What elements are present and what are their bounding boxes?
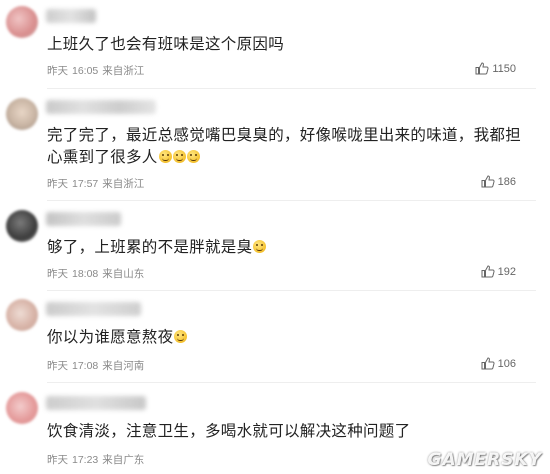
comment-location: 来自河南 (102, 360, 145, 372)
avatar[interactable] (6, 98, 38, 130)
avatar[interactable] (6, 299, 38, 331)
username-blurred[interactable] (46, 302, 141, 316)
like-button[interactable]: 186 (481, 175, 516, 188)
comment-time: 18:08 (72, 268, 99, 280)
comment-text: 饮食清淡，注意卫生，多喝水就可以解决这种问题了 (47, 422, 411, 440)
divider (47, 290, 536, 291)
thumbs-up-icon (481, 175, 495, 188)
like-button[interactable]: 106 (481, 357, 516, 370)
laugh-cry-emoji-icon (186, 150, 200, 163)
comment-meta: 昨天 18:08 来自山东 (47, 266, 144, 281)
like-count: 192 (497, 265, 516, 278)
comment-location: 来自山东 (102, 268, 145, 280)
laugh-cry-emoji-icon (158, 150, 172, 163)
avatar[interactable] (6, 6, 38, 38)
laugh-cry-emoji-icon (172, 150, 186, 163)
like-count: 1150 (492, 62, 516, 75)
comment-date: 昨天 (47, 268, 68, 280)
thumbs-up-icon (481, 357, 495, 370)
comment-time: 17:23 (72, 454, 99, 466)
comment-meta: 昨天 17:57 来自浙江 (47, 176, 144, 191)
comment-text: 完了完了，最近总感觉嘴巴臭臭的，好像喉咙里出来的味道，我都担心熏到了很多人 (47, 126, 522, 166)
username-blurred[interactable] (46, 100, 156, 114)
comment-location: 来自浙江 (102, 65, 145, 77)
avatar[interactable] (6, 210, 38, 242)
comment-location: 来自广东 (102, 454, 145, 466)
comment-date: 昨天 (47, 65, 68, 77)
divider (47, 200, 536, 201)
like-button[interactable]: 1150 (475, 62, 516, 75)
comment-date: 昨天 (47, 454, 68, 466)
comment-location: 来自浙江 (102, 178, 145, 190)
divider (47, 88, 536, 89)
comment-text: 你以为谁愿意熬夜 (47, 326, 542, 348)
watermark-logo: GAMERSKY (427, 450, 542, 470)
comment-text: 够了，上班累的不是胖就是臭 (47, 236, 542, 258)
comment-time: 17:08 (72, 360, 99, 372)
comment-date: 昨天 (47, 360, 68, 372)
avatar[interactable] (6, 392, 38, 424)
comment-text: 上班久了也会有班味是这个原因吗 (47, 35, 285, 53)
sleepy-emoji-icon (174, 330, 188, 343)
comment-meta: 昨天 16:05 来自浙江 (47, 63, 144, 78)
comment-meta: 昨天 17:23 来自广东 (47, 452, 144, 467)
like-count: 106 (497, 357, 516, 370)
username-blurred[interactable] (46, 9, 96, 23)
comment-date: 昨天 (47, 178, 68, 190)
comment-time: 16:05 (72, 65, 99, 77)
comment-time: 17:57 (72, 178, 99, 190)
username-blurred[interactable] (46, 396, 146, 410)
comment-meta: 昨天 17:08 来自河南 (47, 358, 144, 373)
thumbs-up-icon (475, 62, 489, 75)
divider (47, 382, 536, 383)
username-blurred[interactable] (46, 212, 121, 226)
like-count: 186 (497, 175, 516, 188)
smile-emoji-icon (253, 240, 267, 253)
like-button[interactable]: 192 (481, 265, 516, 278)
thumbs-up-icon (481, 265, 495, 278)
